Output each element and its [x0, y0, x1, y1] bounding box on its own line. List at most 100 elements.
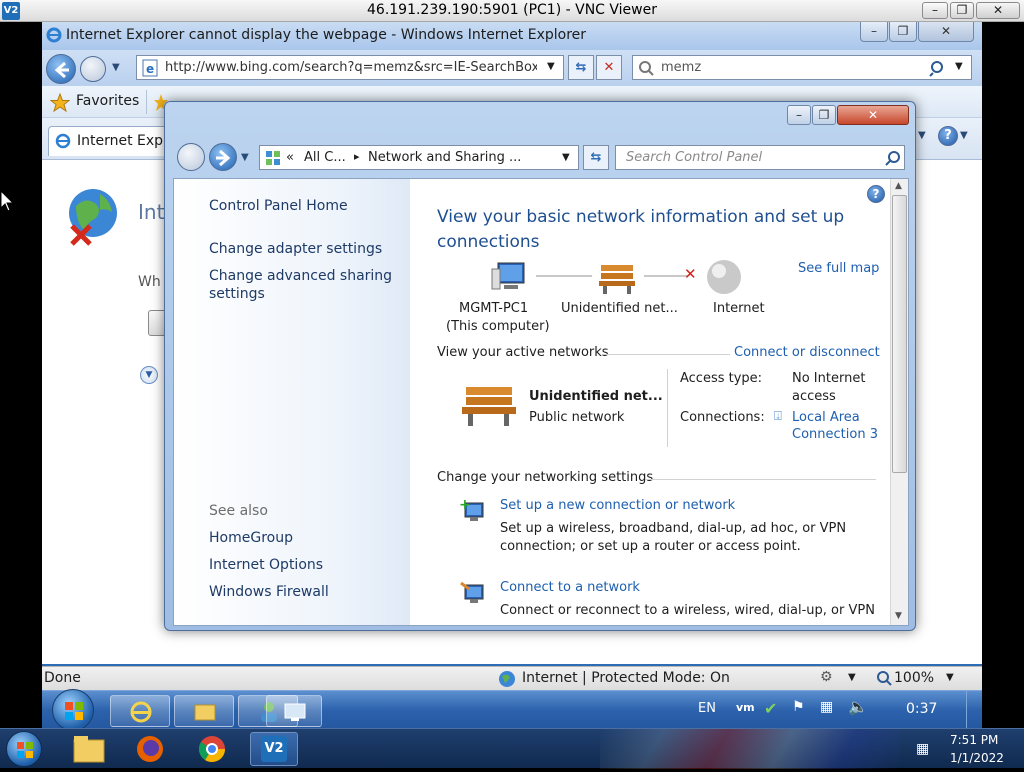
expand-more-info-icon[interactable]: ▼ [140, 366, 158, 384]
ie-minimize-button[interactable]: – [860, 22, 888, 42]
nav-control-panel-home[interactable]: Control Panel Home [209, 198, 348, 214]
chevron-down-icon[interactable]: ▼ [241, 152, 249, 163]
zoom-level[interactable]: 100% [894, 670, 934, 686]
cp-back-button[interactable] [177, 143, 205, 171]
vmware-tray-icon[interactable]: vm [736, 701, 755, 714]
chevron-down-icon[interactable]: ▼ [112, 62, 120, 73]
action-center-flag-icon[interactable]: ⚑ [792, 699, 805, 715]
computer-icon [491, 262, 525, 290]
map-link-line [536, 275, 592, 277]
vnc-title-bar: V2 46.191.239.190:5901 (PC1) - VNC Viewe… [0, 0, 1024, 22]
host-network-tray-icon[interactable]: ▦ [916, 741, 929, 757]
language-indicator[interactable]: EN [698, 701, 716, 716]
vnc-close-button[interactable]: ✕ [976, 2, 1020, 19]
host-clock-time[interactable]: 7:51 PM [950, 733, 998, 747]
cp-maximize-button[interactable]: ❐ [812, 105, 836, 125]
security-zone-text[interactable]: Internet | Protected Mode: On [522, 670, 730, 686]
vnc-maximize-button[interactable]: ❐ [950, 2, 974, 19]
task-setup-connection-desc: Set up a wireless, broadband, dial-up, a… [500, 521, 847, 536]
scroll-up-icon[interactable]: ▲ [895, 181, 902, 191]
show-desktop-button[interactable] [966, 691, 982, 731]
connect-or-disconnect-link[interactable]: Connect or disconnect [734, 345, 880, 360]
ie-address-text: http://www.bing.com/search?q=memz&src=IE… [165, 60, 537, 75]
chrome-icon[interactable] [196, 733, 228, 765]
host-vnc-taskbar-button[interactable]: V2 [250, 732, 298, 766]
cp-scrollbar[interactable]: ▲ ▼ [890, 179, 908, 625]
chevron-down-icon[interactable]: ▼ [848, 672, 856, 683]
local-area-connection-link-line2[interactable]: Connection 3 [792, 427, 878, 442]
arrow-right-icon [216, 149, 231, 167]
see-full-map-link[interactable]: See full map [798, 261, 879, 276]
cp-search-box[interactable]: Search Control Panel [615, 145, 905, 170]
active-network-type[interactable]: Public network [529, 410, 624, 425]
host-start-button[interactable] [6, 731, 42, 767]
cp-forward-button[interactable] [209, 143, 237, 171]
access-type-value: No Internet [792, 371, 866, 386]
security-shield-icon[interactable]: ✔ [764, 699, 777, 718]
chevron-down-icon[interactable]: ▼ [946, 672, 954, 683]
access-type-value-line2: access [792, 389, 836, 404]
help-icon[interactable]: ? [867, 185, 885, 203]
map-computer-subtitle: (This computer) [446, 319, 550, 334]
cp-minimize-button[interactable]: – [787, 105, 811, 125]
start-button[interactable] [52, 689, 94, 731]
taskbar-control-panel-button[interactable] [266, 695, 322, 727]
stop-button[interactable]: ✕ [596, 55, 622, 80]
security-status-icon[interactable]: ⚙ [820, 669, 833, 685]
vnc-minimize-button[interactable]: – [922, 2, 948, 19]
cp-close-button[interactable]: ✕ [837, 105, 909, 125]
search-icon[interactable] [929, 59, 947, 77]
chevron-down-icon[interactable]: ▼ [918, 130, 926, 141]
cp-refresh-button[interactable]: ⇆ [583, 145, 609, 170]
host-clock-date[interactable]: 1/1/2022 [950, 751, 1004, 765]
breadcrumb-separator[interactable]: ▸ [354, 150, 360, 163]
scroll-down-icon[interactable]: ▼ [895, 611, 902, 621]
active-network-name: Unidentified net... [529, 389, 663, 404]
ie-forward-button[interactable] [80, 56, 106, 82]
bing-search-icon [639, 61, 654, 76]
chevron-down-icon[interactable]: ▼ [955, 61, 963, 72]
internet-globe-icon [707, 260, 741, 294]
access-type-label: Access type: [680, 371, 763, 386]
zoom-icon [877, 671, 892, 686]
taskbar-ie-button[interactable] [110, 695, 170, 727]
nav-internet-options[interactable]: Internet Options [209, 557, 323, 573]
breadcrumb-all-control-panel[interactable]: All C... [304, 150, 346, 165]
nav-change-adapter-settings[interactable]: Change adapter settings [209, 241, 382, 257]
help-icon[interactable]: ? [938, 126, 958, 146]
network-tray-icon[interactable]: ▦ [820, 699, 833, 715]
remote-clock[interactable]: 0:37 [906, 701, 937, 717]
breadcrumb-prefix[interactable]: « [286, 150, 294, 165]
map-network-name[interactable]: Unidentified net... [561, 301, 678, 316]
chevron-down-icon[interactable]: ▼ [562, 152, 570, 163]
nav-change-advanced-sharing[interactable]: Change advanced sharing [209, 268, 392, 284]
breadcrumb-network-sharing[interactable]: Network and Sharing ... [368, 150, 521, 165]
nav-homegroup[interactable]: HomeGroup [209, 530, 293, 546]
ie-search-box[interactable]: memz ▼ [632, 55, 972, 80]
favorites-button[interactable]: Favorites [76, 93, 139, 109]
taskbar-explorer-button[interactable] [174, 695, 234, 727]
local-area-connection-link[interactable]: Local Area [792, 410, 860, 425]
ie-close-button[interactable]: ✕ [918, 22, 974, 42]
scroll-thumb[interactable] [892, 195, 907, 473]
search-icon[interactable] [884, 149, 902, 167]
task-setup-connection-link[interactable]: Set up a new connection or network [500, 498, 735, 513]
refresh-button[interactable]: ⇆ [568, 55, 594, 80]
network-center-icon [266, 151, 280, 165]
host-explorer-icon[interactable] [72, 734, 106, 764]
nav-change-advanced-sharing-line2[interactable]: settings [209, 286, 265, 302]
ie-window-title: Internet Explorer cannot display the web… [66, 27, 587, 43]
nav-windows-firewall[interactable]: Windows Firewall [209, 584, 329, 600]
chevron-down-icon[interactable]: ▼ [960, 130, 968, 141]
volume-icon[interactable]: 🔈 [848, 697, 868, 716]
task-connect-network-link[interactable]: Connect to a network [500, 580, 640, 595]
ie-back-button[interactable] [46, 54, 76, 84]
ie-address-bar[interactable]: e http://www.bing.com/search?q=memz&src=… [136, 55, 564, 80]
no-connection-x-icon: ✕ [684, 265, 697, 283]
cp-address-bar[interactable]: « All C... ▸ Network and Sharing ... ▼ [259, 145, 579, 170]
page-icon: e [142, 59, 158, 77]
ie-maximize-button[interactable]: ❐ [889, 22, 917, 42]
firefox-icon[interactable] [134, 733, 166, 765]
cp-search-placeholder: Search Control Panel [626, 150, 763, 165]
chevron-down-icon[interactable]: ▼ [547, 61, 555, 72]
